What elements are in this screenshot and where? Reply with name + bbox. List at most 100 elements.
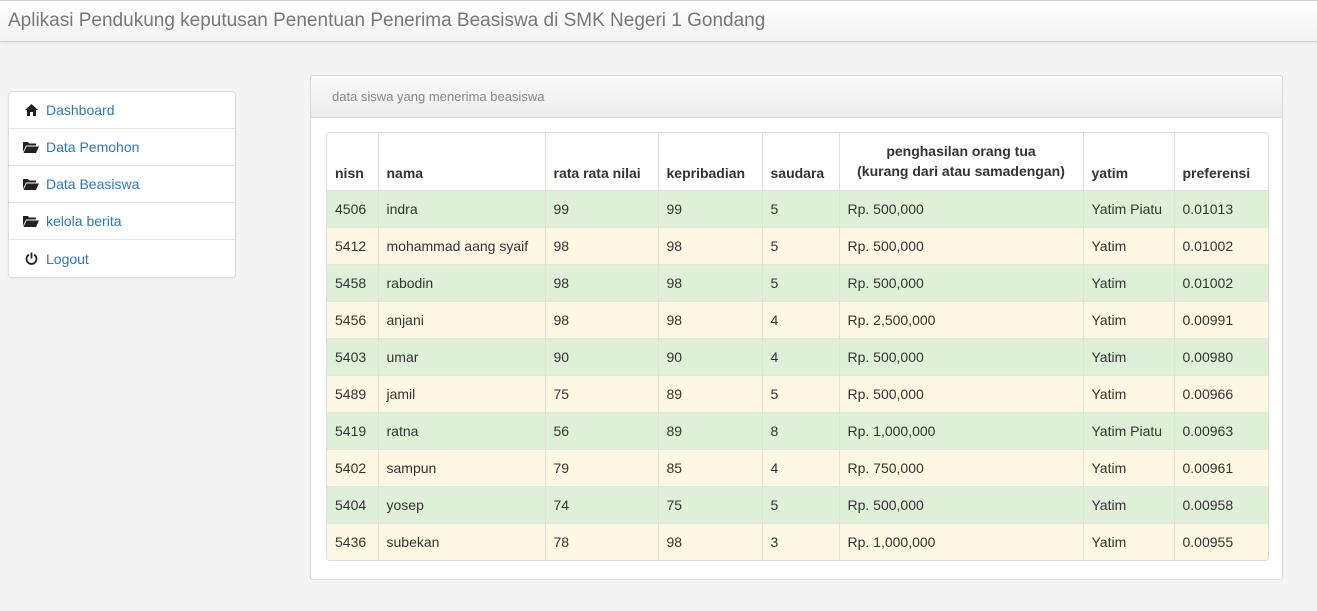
cell-preferensi: 0.00958	[1174, 485, 1268, 523]
cell-preferensi: 0.01002	[1174, 263, 1268, 301]
cell-yatim: Yatim	[1083, 485, 1175, 523]
cell-nama: sampun	[378, 448, 546, 486]
column-header-preferensi: preferensi	[1174, 133, 1268, 191]
cell-nisn: 5489	[327, 374, 379, 412]
cell-penghasilan: Rp. 500,000	[839, 263, 1084, 301]
folder-open-icon	[23, 140, 39, 154]
cell-nilai: 56	[545, 411, 659, 449]
cell-kepribadian: 89	[658, 374, 763, 412]
cell-nisn: 5419	[327, 411, 379, 449]
cell-kepribadian: 98	[658, 300, 763, 338]
cell-nama: anjani	[378, 300, 546, 338]
cell-nilai: 99	[545, 189, 659, 227]
sidebar-item-logout[interactable]: Logout	[9, 240, 235, 277]
cell-nama: ratna	[378, 411, 546, 449]
cell-nama: subekan	[378, 522, 546, 560]
cell-saudara: 4	[762, 448, 840, 486]
cell-kepribadian: 75	[658, 485, 763, 523]
cell-yatim: Yatim Piatu	[1083, 411, 1175, 449]
sidebar-item-data-pemohon[interactable]: Data Pemohon	[9, 129, 235, 166]
cell-penghasilan: Rp. 500,000	[839, 374, 1084, 412]
cell-yatim: Yatim	[1083, 374, 1175, 412]
cell-nisn: 5412	[327, 226, 379, 264]
sidebar-menu: Dashboard Data Pemohon Data Beasiswa kel…	[8, 91, 236, 278]
app-title[interactable]: Aplikasi Pendukung keputusan Penentuan P…	[8, 10, 765, 32]
cell-nisn: 5436	[327, 522, 379, 560]
folder-open-icon	[23, 177, 39, 191]
cell-saudara: 5	[762, 226, 840, 264]
cell-penghasilan: Rp. 2,500,000	[839, 300, 1084, 338]
top-navbar: Aplikasi Pendukung keputusan Penentuan P…	[0, 0, 1317, 42]
cell-preferensi: 0.00963	[1174, 411, 1268, 449]
column-header-rata-rata-nilai: rata rata nilai	[545, 133, 659, 191]
column-header-penghasilan-line1: penghasilan orang tua	[886, 142, 1036, 159]
cell-preferensi: 0.00991	[1174, 300, 1268, 338]
cell-kepribadian: 98	[658, 522, 763, 560]
recipients-table: nisn nama rata rata nilai kepribadian sa…	[327, 133, 1268, 560]
cell-saudara: 8	[762, 411, 840, 449]
cell-nisn: 5403	[327, 337, 379, 375]
cell-nisn: 5458	[327, 263, 379, 301]
cell-penghasilan: Rp. 500,000	[839, 226, 1084, 264]
cell-saudara: 4	[762, 337, 840, 375]
cell-saudara: 3	[762, 522, 840, 560]
cell-saudara: 5	[762, 189, 840, 227]
cell-kepribadian: 90	[658, 337, 763, 375]
cell-nilai: 79	[545, 448, 659, 486]
cell-nilai: 90	[545, 337, 659, 375]
cell-yatim: Yatim	[1083, 337, 1175, 375]
cell-yatim: Yatim	[1083, 448, 1175, 486]
cell-preferensi: 0.00966	[1174, 374, 1268, 412]
cell-nama: mohammad aang syaif	[378, 226, 546, 264]
table-row: 5458 rabodin 98 98 5 Rp. 500,000 Yatim 0.01002	[327, 263, 1268, 301]
cell-nama: jamil	[378, 374, 546, 412]
cell-penghasilan: Rp. 500,000	[839, 189, 1084, 227]
cell-nilai: 74	[545, 485, 659, 523]
table-row: 5436 subekan 78 98 3 Rp. 1,000,000 Yatim 0.0095…	[327, 522, 1268, 560]
cell-penghasilan: Rp. 500,000	[839, 337, 1084, 375]
cell-saudara: 5	[762, 374, 840, 412]
cell-penghasilan: Rp. 500,000	[839, 485, 1084, 523]
table-row: 5402 sampun 79 85 4 Rp. 750,000 Yatim 0.00961	[327, 448, 1268, 486]
cell-kepribadian: 98	[658, 226, 763, 264]
table-row: 5419 ratna 56 89 8 Rp. 1,000,000 Yatim Piatu 0.…	[327, 411, 1268, 449]
cell-preferensi: 0.00961	[1174, 448, 1268, 486]
cell-yatim: Yatim	[1083, 522, 1175, 560]
cell-preferensi: 0.00955	[1174, 522, 1268, 560]
sidebar-item-label: kelola berita	[46, 213, 122, 229]
sidebar-item-dashboard[interactable]: Dashboard	[9, 92, 235, 129]
column-header-saudara: saudara	[762, 133, 840, 191]
column-header-yatim: yatim	[1083, 133, 1175, 191]
cell-saudara: 5	[762, 263, 840, 301]
cell-nisn: 5402	[327, 448, 379, 486]
cell-saudara: 5	[762, 485, 840, 523]
table-header-row: nisn nama rata rata nilai kepribadian sa…	[327, 133, 1268, 191]
sidebar-item-label: Data Pemohon	[46, 139, 140, 155]
cell-nama: umar	[378, 337, 546, 375]
column-header-penghasilan: penghasilan orang tua (kurang dari atau …	[839, 133, 1084, 191]
cell-nama: indra	[378, 189, 546, 227]
sidebar-item-label: Logout	[46, 250, 89, 267]
home-icon	[23, 103, 39, 117]
sidebar-item-kelola-berita[interactable]: kelola berita	[9, 203, 235, 240]
cell-kepribadian: 85	[658, 448, 763, 486]
cell-yatim: Yatim Piatu	[1083, 189, 1175, 227]
table-row: 5456 anjani 98 98 4 Rp. 2,500,000 Yatim 0.00991	[327, 300, 1268, 338]
column-header-nisn: nisn	[327, 133, 379, 191]
cell-nilai: 98	[545, 226, 659, 264]
cell-nisn: 5456	[327, 300, 379, 338]
recipients-panel: data siswa yang menerima beasiswa nisn n…	[310, 75, 1283, 580]
sidebar-item-data-beasiswa[interactable]: Data Beasiswa	[9, 166, 235, 203]
table-row: 5404 yosep 74 75 5 Rp. 500,000 Yatim 0.00958	[327, 485, 1268, 523]
panel-title: data siswa yang menerima beasiswa	[311, 76, 1282, 118]
cell-nisn: 5404	[327, 485, 379, 523]
folder-open-icon	[23, 214, 39, 228]
cell-preferensi: 0.01002	[1174, 226, 1268, 264]
cell-nama: rabodin	[378, 263, 546, 301]
cell-nisn: 4506	[327, 189, 379, 227]
cell-nilai: 78	[545, 522, 659, 560]
table-row: 5412 mohammad aang syaif 98 98 5 Rp. 500,000 Y…	[327, 226, 1268, 264]
sidebar-item-label: Dashboard	[46, 102, 115, 118]
recipients-table-wrapper: nisn nama rata rata nilai kepribadian sa…	[326, 132, 1269, 561]
cell-yatim: Yatim	[1083, 300, 1175, 338]
